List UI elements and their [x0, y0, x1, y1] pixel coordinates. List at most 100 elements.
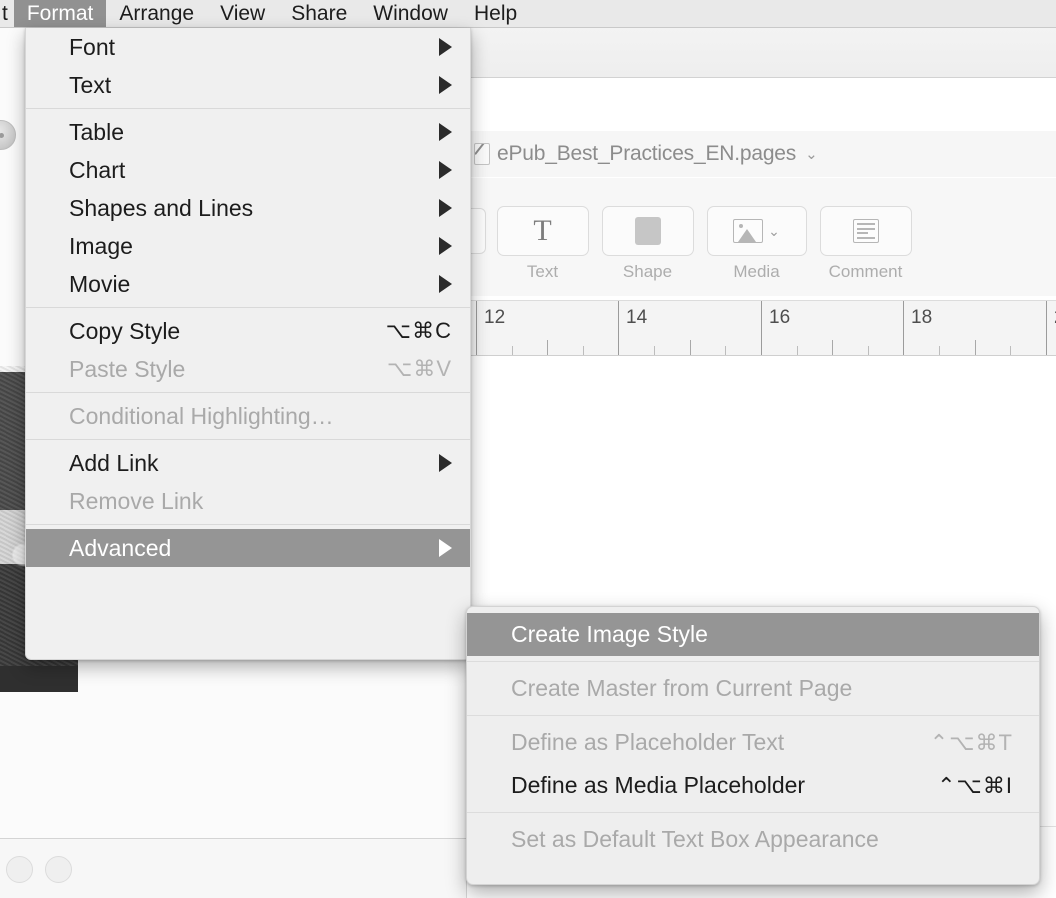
ruler-minor-tick	[547, 340, 548, 355]
ruler-minor-tick	[690, 340, 691, 355]
toolbar-item-media[interactable]: ⌄ Media	[706, 206, 807, 282]
toolbar-item-shape[interactable]: Shape	[601, 206, 694, 282]
submenu-item-set-as-default-text-box-appearance: Set as Default Text Box Appearance	[467, 818, 1039, 861]
zoom-in-button[interactable]	[45, 856, 72, 883]
submenu-item-label: Define as Placeholder Text	[511, 729, 785, 755]
horizontal-ruler[interactable]: 121416182	[466, 300, 1056, 356]
ruler-minor-tick	[797, 346, 798, 355]
toolbar-label-shape: Shape	[622, 262, 673, 281]
toolbar-item-text[interactable]: T Text	[496, 206, 589, 282]
format-menu[interactable]: Font Text Table Chart Shapes and Lines Image M…	[25, 28, 471, 660]
submenu-arrow-icon	[439, 539, 452, 557]
menubar-item-t[interactable]: t	[0, 0, 14, 27]
menu-item-label: Add Link	[69, 449, 159, 476]
toolbar-buttons: T Text Shape ⌄ Media Comment	[496, 206, 912, 282]
submenu-arrow-icon	[439, 237, 452, 255]
toolbar-label-media: Media	[733, 262, 780, 281]
menu-item-shortcut: ⌥⌘V	[386, 356, 452, 381]
submenu-item-label: Create Master from Current Page	[511, 675, 853, 701]
insert-text-button[interactable]: T	[496, 206, 589, 256]
menu-item-label: Chart	[69, 156, 126, 183]
menu-item-paste-style: Paste Style ⌥⌘V	[26, 350, 470, 388]
document-titlebar: ePub_Best_Practices_EN.pages ⌄	[466, 131, 1056, 177]
menu-bar: t Format Arrange View Share Window Help	[0, 0, 1056, 28]
ruler-tick-label: 18	[911, 307, 933, 328]
submenu-arrow-icon	[439, 161, 452, 179]
menubar-item-label: Help	[473, 1, 518, 25]
menubar-item-view[interactable]: View	[207, 0, 278, 27]
insert-comment-button[interactable]	[819, 206, 912, 256]
menu-item-shortcut: ⌥⌘C	[385, 318, 452, 343]
menubar-item-arrange[interactable]: Arrange	[106, 0, 207, 27]
submenu-separator	[467, 812, 1039, 813]
submenu-item-label: Create Image Style	[511, 621, 708, 647]
submenu-separator	[467, 661, 1039, 662]
ruler-minor-tick	[939, 346, 940, 355]
menubar-item-help[interactable]: Help	[461, 0, 530, 27]
menu-item-table[interactable]: Table	[26, 113, 470, 151]
submenu-item-define-as-media-placeholder[interactable]: Define as Media Placeholder ⌃⌥⌘I	[467, 764, 1039, 807]
menu-item-advanced[interactable]: Advanced	[26, 529, 470, 567]
submenu-arrow-icon	[439, 275, 452, 293]
menu-separator	[26, 307, 470, 308]
zoom-out-button[interactable]	[6, 856, 33, 883]
submenu-item-create-master-from-current-page: Create Master from Current Page	[467, 667, 1039, 710]
submenu-item-label: Define as Media Placeholder	[511, 772, 806, 798]
menu-item-label: Text	[69, 71, 112, 98]
menu-item-label: Image	[69, 232, 133, 259]
submenu-item-create-image-style[interactable]: Create Image Style	[467, 613, 1039, 656]
insert-media-button[interactable]: ⌄	[706, 206, 807, 256]
document-title-row[interactable]: ePub_Best_Practices_EN.pages ⌄	[466, 131, 818, 177]
text-T-icon: T	[533, 214, 552, 247]
submenu-arrow-icon	[439, 76, 452, 94]
submenu-arrow-icon	[439, 199, 452, 217]
menu-item-image[interactable]: Image	[26, 227, 470, 265]
submenu-item-label: Set as Default Text Box Appearance	[511, 826, 879, 852]
ruler-minor-tick	[583, 346, 584, 355]
menu-item-text[interactable]: Text	[26, 66, 470, 104]
menubar-item-window[interactable]: Window	[360, 0, 461, 27]
menu-item-label: Table	[69, 118, 124, 145]
thumbnail-footer-band	[0, 666, 78, 692]
menubar-item-label: Share	[291, 1, 348, 25]
toolbar-label-comment: Comment	[828, 262, 903, 281]
menu-item-font[interactable]: Font	[26, 28, 470, 66]
toolbar-item-comment[interactable]: Comment	[819, 206, 912, 282]
menubar-item-format[interactable]: Format	[13, 0, 107, 27]
menu-separator	[26, 524, 470, 525]
ruler-major-tick	[1046, 301, 1047, 355]
menu-item-shapes-and-lines[interactable]: Shapes and Lines	[26, 189, 470, 227]
chevron-down-icon[interactable]: ⌄	[805, 145, 818, 163]
comment-icon	[852, 219, 879, 243]
menu-item-conditional-highlighting: Conditional Highlighting…	[26, 397, 470, 435]
submenu-item-shortcut: ⌃⌥⌘T	[929, 729, 1013, 755]
screen-root: ePub_Best_Practices_EN.pages ⌄ T Text Sh…	[0, 0, 1056, 898]
menu-item-chart[interactable]: Chart	[26, 151, 470, 189]
menubar-item-share[interactable]: Share	[278, 0, 360, 27]
ruler-major-tick	[761, 301, 762, 355]
menu-separator	[26, 392, 470, 393]
menu-item-label: Font	[69, 33, 116, 60]
ruler-minor-tick	[832, 340, 833, 355]
menu-item-add-link[interactable]: Add Link	[26, 444, 470, 482]
ruler-major-tick	[476, 301, 477, 355]
document-title[interactable]: ePub_Best_Practices_EN.pages	[497, 142, 796, 166]
window-edge-control-dot	[0, 133, 4, 138]
menu-separator	[26, 108, 470, 109]
menu-item-copy-style[interactable]: Copy Style ⌥⌘C	[26, 312, 470, 350]
ruler-minor-tick	[975, 340, 976, 355]
document-file-icon	[474, 143, 490, 165]
advanced-submenu[interactable]: Create Image Style Create Master from Cur…	[466, 606, 1040, 885]
menubar-item-label: Window	[373, 1, 448, 25]
menu-item-movie[interactable]: Movie	[26, 265, 470, 303]
chevron-down-icon[interactable]: ⌄	[768, 223, 780, 240]
ruler-minor-tick	[1010, 346, 1011, 355]
menubar-item-label: View	[220, 1, 266, 25]
submenu-arrow-icon	[439, 38, 452, 56]
ruler-major-tick	[618, 301, 619, 355]
ruler-minor-tick	[654, 346, 655, 355]
submenu-separator	[467, 715, 1039, 716]
ruler-minor-tick	[868, 346, 869, 355]
insert-shape-button[interactable]	[601, 206, 694, 256]
menu-separator	[26, 439, 470, 440]
